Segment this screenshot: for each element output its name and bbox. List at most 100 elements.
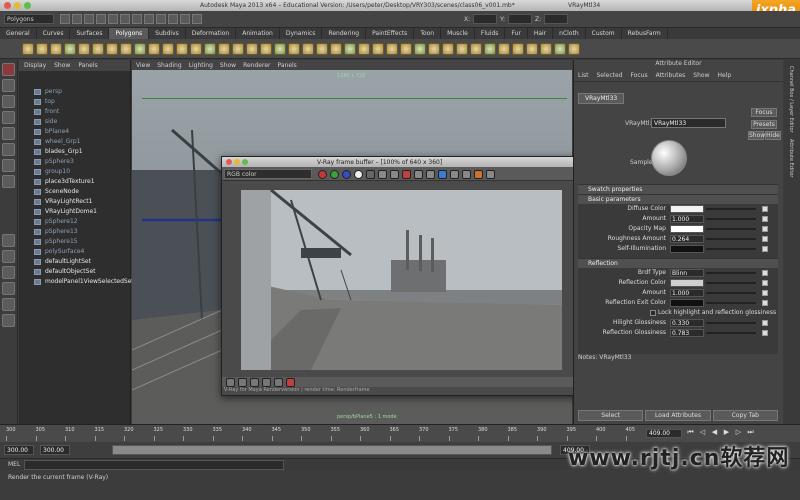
outliner-item[interactable]: defaultObjectSet <box>19 267 130 277</box>
layout-four-icon[interactable] <box>2 250 15 263</box>
ae-menu-focus[interactable]: Focus <box>631 72 648 79</box>
outliner-item[interactable]: group10 <box>19 167 130 177</box>
polygon-tool-icon[interactable] <box>358 42 370 55</box>
new-scene-icon[interactable] <box>60 14 70 24</box>
lasso-tool-icon[interactable] <box>2 79 15 92</box>
vfb-titlebar[interactable]: V-Ray frame buffer – [100% of 640 x 360] <box>222 157 581 167</box>
attribute-slider[interactable] <box>706 292 756 294</box>
attribute-slider[interactable] <box>706 238 756 240</box>
vfb-zoom-icon[interactable] <box>242 159 248 165</box>
lock-glossiness-checkbox[interactable] <box>650 310 656 316</box>
polygon-tool-icon[interactable] <box>330 42 342 55</box>
section-reflection[interactable]: Reflection <box>578 258 778 268</box>
map-button-icon[interactable] <box>762 236 768 242</box>
outliner-item[interactable]: place3dTexture1 <box>19 177 130 187</box>
save-image-icon[interactable] <box>378 170 387 179</box>
outliner-item[interactable]: side <box>19 117 130 127</box>
select-component-icon[interactable] <box>120 14 130 24</box>
vfb-levels-icon[interactable] <box>250 377 259 387</box>
blue-channel-icon[interactable] <box>342 170 351 179</box>
outliner-item[interactable]: VRayLightDome1 <box>19 207 130 217</box>
ae-menu-attributes[interactable]: Attributes <box>656 72 686 79</box>
color-swatch[interactable] <box>670 225 704 233</box>
outliner-item[interactable]: bPlane4 <box>19 127 130 137</box>
map-button-icon[interactable] <box>762 226 768 232</box>
rotate-tool-icon[interactable] <box>2 127 15 140</box>
move-tool-icon[interactable] <box>2 111 15 124</box>
polygon-tool-icon[interactable] <box>302 42 314 55</box>
show-button[interactable]: Show <box>748 131 765 140</box>
outliner-item[interactable]: modelPanel1ViewSelectedSet <box>19 277 134 287</box>
polygon-tool-icon[interactable] <box>22 42 34 55</box>
outliner-menu-show[interactable]: Show <box>54 62 70 69</box>
alpha-channel-icon[interactable] <box>354 170 363 179</box>
polygon-tool-icon[interactable] <box>554 42 566 55</box>
select-object-icon[interactable] <box>108 14 118 24</box>
layout-side-icon[interactable] <box>2 266 15 279</box>
shelf-tab-fur[interactable]: Fur <box>505 28 528 39</box>
map-button-icon[interactable] <box>762 290 768 296</box>
clear-image-icon[interactable] <box>402 170 411 179</box>
menu-set-select[interactable]: Polygons <box>4 14 54 24</box>
vp-menu-panels[interactable]: Panels <box>277 62 296 69</box>
map-button-icon[interactable] <box>762 246 768 252</box>
load-attributes-button[interactable]: Load Attributes <box>645 410 711 421</box>
hide-button[interactable]: Hide <box>765 131 781 140</box>
track-mouse-icon[interactable] <box>414 170 423 179</box>
outliner-item[interactable]: front <box>19 107 130 117</box>
shelf-tab-dynamics[interactable]: Dynamics <box>280 28 323 39</box>
red-channel-icon[interactable] <box>318 170 327 179</box>
ae-menu-help[interactable]: Help <box>717 72 731 79</box>
attribute-slider[interactable] <box>706 282 756 284</box>
color-swatch[interactable] <box>670 205 704 213</box>
snap-point-icon[interactable] <box>156 14 166 24</box>
shelf-tab-general[interactable]: General <box>0 28 37 39</box>
render-settings-icon[interactable] <box>192 14 202 24</box>
polygon-tool-icon[interactable] <box>50 42 62 55</box>
ae-notes[interactable]: Notes: VRayMtl33 <box>578 354 778 396</box>
range-start-field[interactable]: 300.00 <box>4 445 34 455</box>
color-swatch[interactable] <box>670 279 704 287</box>
section-basic-parameters[interactable]: Basic parameters <box>578 194 778 204</box>
attribute-value-field[interactable]: 1.000 <box>670 289 704 297</box>
vfb-channel-select[interactable]: RGB color <box>224 169 312 179</box>
attribute-slider[interactable] <box>706 248 756 250</box>
polygon-tool-icon[interactable] <box>568 42 580 55</box>
green-channel-icon[interactable] <box>330 170 339 179</box>
polygon-tool-icon[interactable] <box>274 42 286 55</box>
attribute-value-field[interactable]: 0.783 <box>670 329 704 337</box>
load-image-icon[interactable] <box>390 170 399 179</box>
outliner-item[interactable]: defaultLightSet <box>19 257 130 267</box>
polygon-tool-icon[interactable] <box>204 42 216 55</box>
vfb-render-image[interactable] <box>241 190 562 370</box>
shelf-tab-ncloth[interactable]: nCloth <box>553 28 586 39</box>
polygon-tool-icon[interactable] <box>470 42 482 55</box>
polygon-tool-icon[interactable] <box>540 42 552 55</box>
attribute-value-field[interactable]: 0.330 <box>670 319 704 327</box>
go-to-start-icon[interactable]: ⏮ <box>686 428 695 437</box>
attribute-slider[interactable] <box>706 272 756 274</box>
attribute-slider[interactable] <box>706 208 756 210</box>
vray-frame-buffer-window[interactable]: V-Ray frame buffer – [100% of 640 x 360]… <box>221 156 582 396</box>
ae-menu-show[interactable]: Show <box>693 72 709 79</box>
range-start2-field[interactable]: 300.00 <box>40 445 70 455</box>
z-field[interactable] <box>544 14 569 24</box>
tab-attribute-editor[interactable]: Attribute Editor <box>788 139 794 177</box>
shelf-tab-surfaces[interactable]: Surfaces <box>70 28 110 39</box>
map-button-icon[interactable] <box>762 330 768 336</box>
shelf-tab-curves[interactable]: Curves <box>37 28 71 39</box>
map-button-icon[interactable] <box>762 270 768 276</box>
tab-channel-box[interactable]: Channel Box / Layer Editor <box>788 66 794 133</box>
polygon-tool-icon[interactable] <box>526 42 538 55</box>
vp-menu-view[interactable]: View <box>136 62 150 69</box>
layout-hypershade-icon[interactable] <box>2 314 15 327</box>
vfb-history-icon[interactable] <box>226 377 235 387</box>
color-correction-icon[interactable] <box>474 170 483 179</box>
polygon-tool-icon[interactable] <box>400 42 412 55</box>
polygon-tool-icon[interactable] <box>344 42 356 55</box>
polygon-tool-icon[interactable] <box>372 42 384 55</box>
vfb-compare-icon[interactable] <box>238 377 247 387</box>
polygon-tool-icon[interactable] <box>134 42 146 55</box>
layout-single-icon[interactable] <box>2 234 15 247</box>
current-frame-field[interactable]: 409.00 <box>646 429 682 438</box>
